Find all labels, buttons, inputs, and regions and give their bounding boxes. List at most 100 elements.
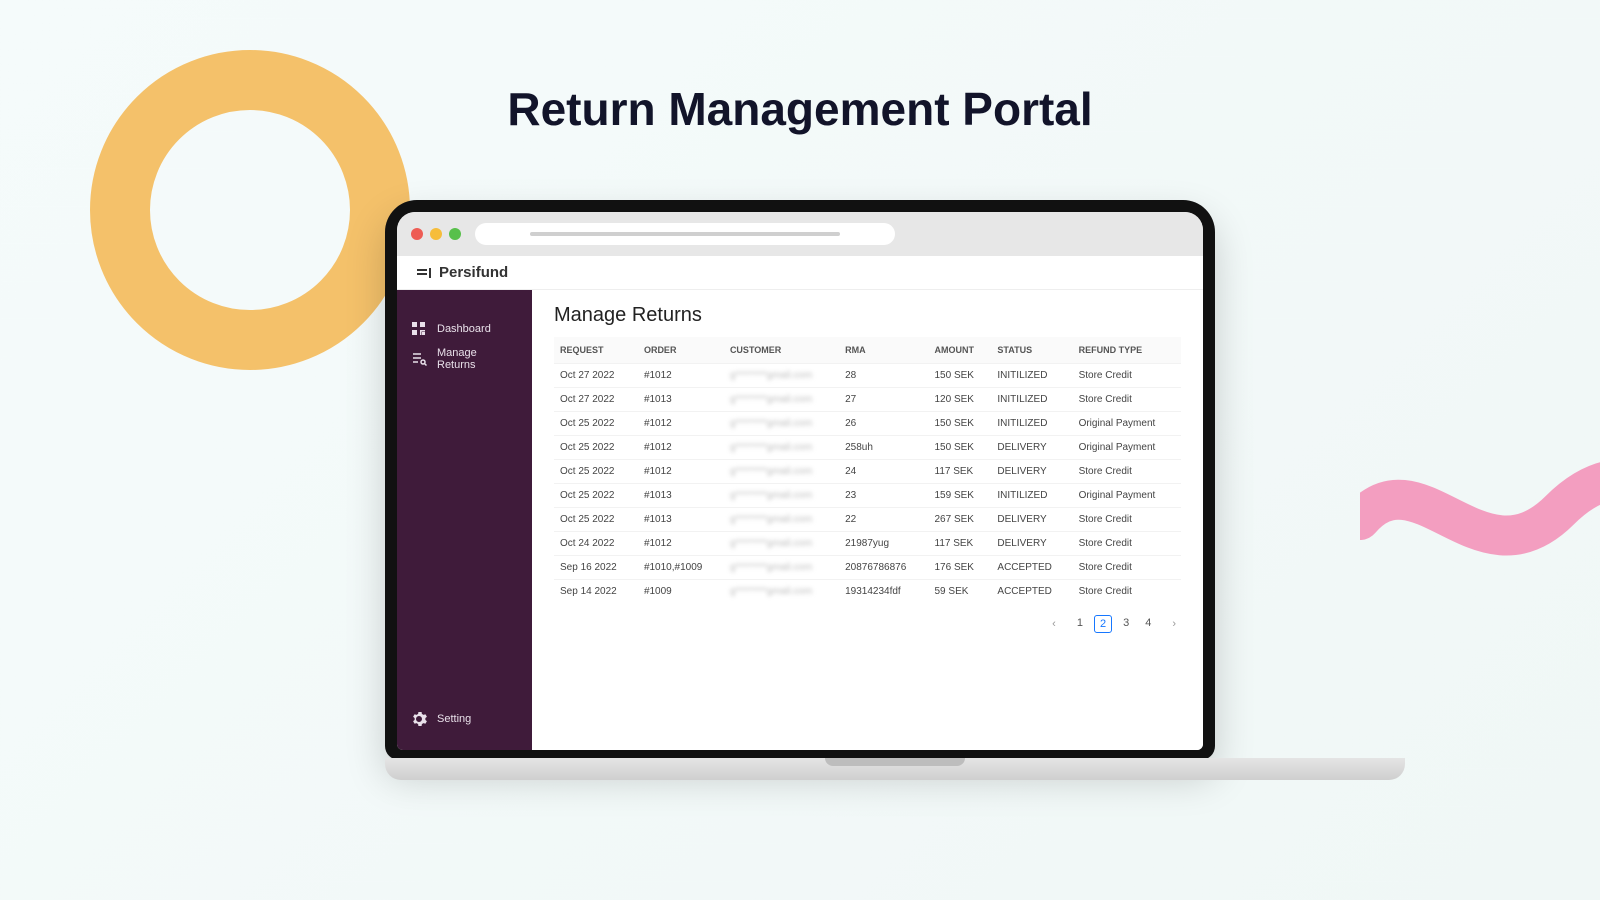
pagination-prev[interactable]: ‹ <box>1047 616 1061 632</box>
cell-customer: g********gmail.com <box>724 412 839 436</box>
table-row[interactable]: Oct 25 2022#1013g********gmail.com22267 … <box>554 508 1181 532</box>
gear-icon <box>411 711 427 727</box>
cell-rma: 22 <box>839 508 928 532</box>
table-row[interactable]: Oct 25 2022#1012g********gmail.com258uh1… <box>554 436 1181 460</box>
pagination: ‹ 1234 › <box>554 613 1181 635</box>
cell-status: INITILIZED <box>991 364 1072 388</box>
cell-rma: 258uh <box>839 436 928 460</box>
table-row[interactable]: Sep 14 2022#1009g********gmail.com193142… <box>554 580 1181 604</box>
col-rma[interactable]: RMA <box>839 337 928 364</box>
cell-amount: 59 SEK <box>929 580 992 604</box>
cell-customer: g********gmail.com <box>724 556 839 580</box>
cell-customer: g********gmail.com <box>724 388 839 412</box>
close-window-icon[interactable] <box>411 228 423 240</box>
cell-rma: 27 <box>839 388 928 412</box>
cell-request: Oct 27 2022 <box>554 364 638 388</box>
table-row[interactable]: Oct 27 2022#1013g********gmail.com27120 … <box>554 388 1181 412</box>
cell-request: Oct 25 2022 <box>554 508 638 532</box>
cell-amount: 117 SEK <box>929 460 992 484</box>
cell-order: #1010,#1009 <box>638 556 724 580</box>
cell-customer: g********gmail.com <box>724 532 839 556</box>
cell-customer: g********gmail.com <box>724 436 839 460</box>
maximize-window-icon[interactable] <box>449 228 461 240</box>
cell-order: #1012 <box>638 436 724 460</box>
list-search-icon <box>411 351 427 367</box>
sidebar-item-label: Setting <box>437 713 471 725</box>
cell-order: #1012 <box>638 364 724 388</box>
cell-rma: 28 <box>839 364 928 388</box>
cell-refund-type: Store Credit <box>1073 556 1181 580</box>
cell-rma: 19314234fdf <box>839 580 928 604</box>
hero-title: Return Management Portal <box>507 82 1092 136</box>
cell-status: ACCEPTED <box>991 556 1072 580</box>
cell-refund-type: Store Credit <box>1073 388 1181 412</box>
cell-order: #1009 <box>638 580 724 604</box>
cell-status: INITILIZED <box>991 484 1072 508</box>
table-row[interactable]: Oct 25 2022#1013g********gmail.com23159 … <box>554 484 1181 508</box>
brand-logo-icon <box>417 266 435 280</box>
pagination-next[interactable]: › <box>1167 616 1181 632</box>
sidebar-item-label: Dashboard <box>437 323 491 335</box>
cell-refund-type: Original Payment <box>1073 484 1181 508</box>
cell-request: Oct 25 2022 <box>554 436 638 460</box>
cell-customer: g********gmail.com <box>724 364 839 388</box>
sidebar-item-dashboard[interactable]: Dashboard <box>397 316 532 342</box>
cell-amount: 150 SEK <box>929 436 992 460</box>
main-content: Manage Returns REQUEST ORDER CUSTOMER RM… <box>532 290 1203 750</box>
window-controls <box>411 228 461 240</box>
cell-request: Sep 14 2022 <box>554 580 638 604</box>
url-bar[interactable] <box>475 223 895 245</box>
cell-refund-type: Original Payment <box>1073 412 1181 436</box>
cell-request: Oct 27 2022 <box>554 388 638 412</box>
app-top-bar: Persifund <box>397 256 1203 290</box>
cell-amount: 267 SEK <box>929 508 992 532</box>
sidebar-item-manage-returns[interactable]: Manage Returns <box>397 342 532 376</box>
pagination-page[interactable]: 4 <box>1140 615 1156 633</box>
cell-refund-type: Store Credit <box>1073 532 1181 556</box>
col-status[interactable]: STATUS <box>991 337 1072 364</box>
laptop-base <box>385 758 1405 780</box>
table-row[interactable]: Oct 25 2022#1012g********gmail.com26150 … <box>554 412 1181 436</box>
cell-amount: 159 SEK <box>929 484 992 508</box>
sidebar-item-label: Manage Returns <box>437 347 518 371</box>
cell-refund-type: Store Credit <box>1073 508 1181 532</box>
col-order[interactable]: ORDER <box>638 337 724 364</box>
cell-rma: 21987yug <box>839 532 928 556</box>
pagination-page[interactable]: 1 <box>1072 615 1088 633</box>
cell-status: INITILIZED <box>991 412 1072 436</box>
pagination-page[interactable]: 2 <box>1094 615 1112 633</box>
table-row[interactable]: Oct 24 2022#1012g********gmail.com21987y… <box>554 532 1181 556</box>
col-amount[interactable]: AMOUNT <box>929 337 992 364</box>
col-customer[interactable]: CUSTOMER <box>724 337 839 364</box>
col-refund-type[interactable]: REFUND TYPE <box>1073 337 1181 364</box>
cell-rma: 26 <box>839 412 928 436</box>
cell-order: #1013 <box>638 484 724 508</box>
table-row[interactable]: Oct 27 2022#1012g********gmail.com28150 … <box>554 364 1181 388</box>
cell-refund-type: Store Credit <box>1073 580 1181 604</box>
cell-status: ACCEPTED <box>991 580 1072 604</box>
browser-chrome-bar <box>397 212 1203 256</box>
cell-status: DELIVERY <box>991 436 1072 460</box>
cell-request: Oct 25 2022 <box>554 412 638 436</box>
cell-rma: 24 <box>839 460 928 484</box>
cell-customer: g********gmail.com <box>724 460 839 484</box>
pagination-page[interactable]: 3 <box>1118 615 1134 633</box>
cell-amount: 150 SEK <box>929 364 992 388</box>
cell-customer: g********gmail.com <box>724 508 839 532</box>
cell-rma: 20876786876 <box>839 556 928 580</box>
cell-request: Oct 25 2022 <box>554 460 638 484</box>
table-row[interactable]: Sep 16 2022#1010,#1009g********gmail.com… <box>554 556 1181 580</box>
cell-rma: 23 <box>839 484 928 508</box>
cell-refund-type: Original Payment <box>1073 436 1181 460</box>
col-request[interactable]: REQUEST <box>554 337 638 364</box>
table-row[interactable]: Oct 25 2022#1012g********gmail.com24117 … <box>554 460 1181 484</box>
cell-order: #1012 <box>638 532 724 556</box>
cell-order: #1012 <box>638 460 724 484</box>
minimize-window-icon[interactable] <box>430 228 442 240</box>
sidebar-item-setting[interactable]: Setting <box>411 706 518 732</box>
decorative-circle <box>90 50 410 370</box>
sidebar: Dashboard Manage Returns <box>397 290 532 750</box>
page-title: Manage Returns <box>554 304 1181 327</box>
decorative-wave <box>1360 440 1600 600</box>
cell-status: DELIVERY <box>991 532 1072 556</box>
